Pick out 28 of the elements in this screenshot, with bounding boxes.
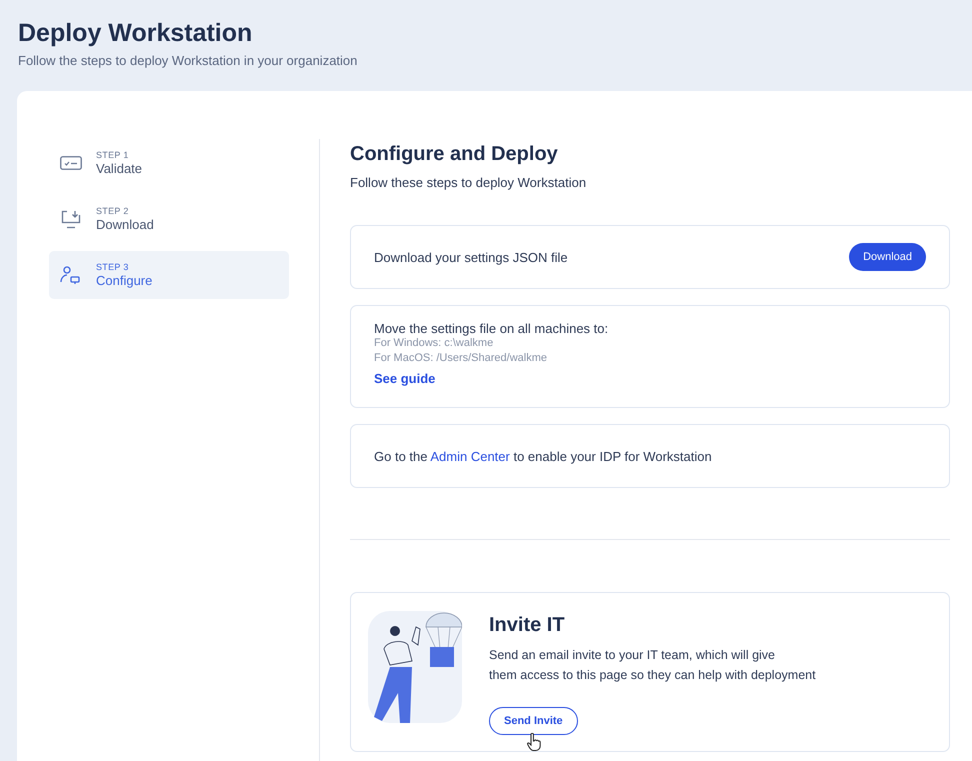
- card-text: Move the settings file on all machines to:: [374, 321, 608, 336]
- step-number: STEP 1: [96, 150, 130, 160]
- step-number: STEP 3: [96, 262, 130, 272]
- path-text: For Windows: c:\walkme: [374, 336, 494, 351]
- invite-title: Invite IT: [489, 614, 565, 637]
- step-item[interactable]: STEP 3 Configure: [49, 251, 289, 299]
- section-subtitle: Follow these steps to deploy Workstation: [350, 175, 588, 190]
- step-label: Configure: [96, 272, 152, 288]
- step-number: STEP 2: [96, 206, 130, 216]
- section-title: Configure and Deploy: [350, 143, 559, 166]
- download-button[interactable]: Download: [849, 243, 926, 271]
- step-item[interactable]: STEP 2 Download: [49, 195, 289, 243]
- send-invite-button[interactable]: Send Invite: [489, 707, 578, 735]
- step-item[interactable]: STEP 1 Validate: [49, 139, 289, 187]
- path-text: For MacOS: /Users/Shared/walkme: [374, 351, 547, 366]
- page-title: Deploy Workstation: [18, 18, 254, 48]
- user-monitor-icon: [60, 265, 82, 285]
- invite-description: Send an email invite to your IT team, which will give them access to this page so they can help with deployment: [489, 647, 816, 684]
- page-subtitle: Follow the steps to deploy Workstation in your organization: [18, 53, 358, 68]
- monitor-download-icon: [60, 210, 82, 228]
- admin-center-link[interactable]: Admin Center: [430, 448, 510, 464]
- card-text: Download your settings JSON file: [374, 250, 568, 264]
- step-label: Download: [96, 216, 154, 232]
- card-text: Go to the Admin Center to enable your IDP for Workstation: [374, 448, 712, 464]
- card-check-icon: [60, 156, 82, 170]
- step-label: Validate: [96, 160, 142, 176]
- see-guide-link[interactable]: See guide: [374, 371, 436, 386]
- hand-cursor-icon: [527, 733, 541, 751]
